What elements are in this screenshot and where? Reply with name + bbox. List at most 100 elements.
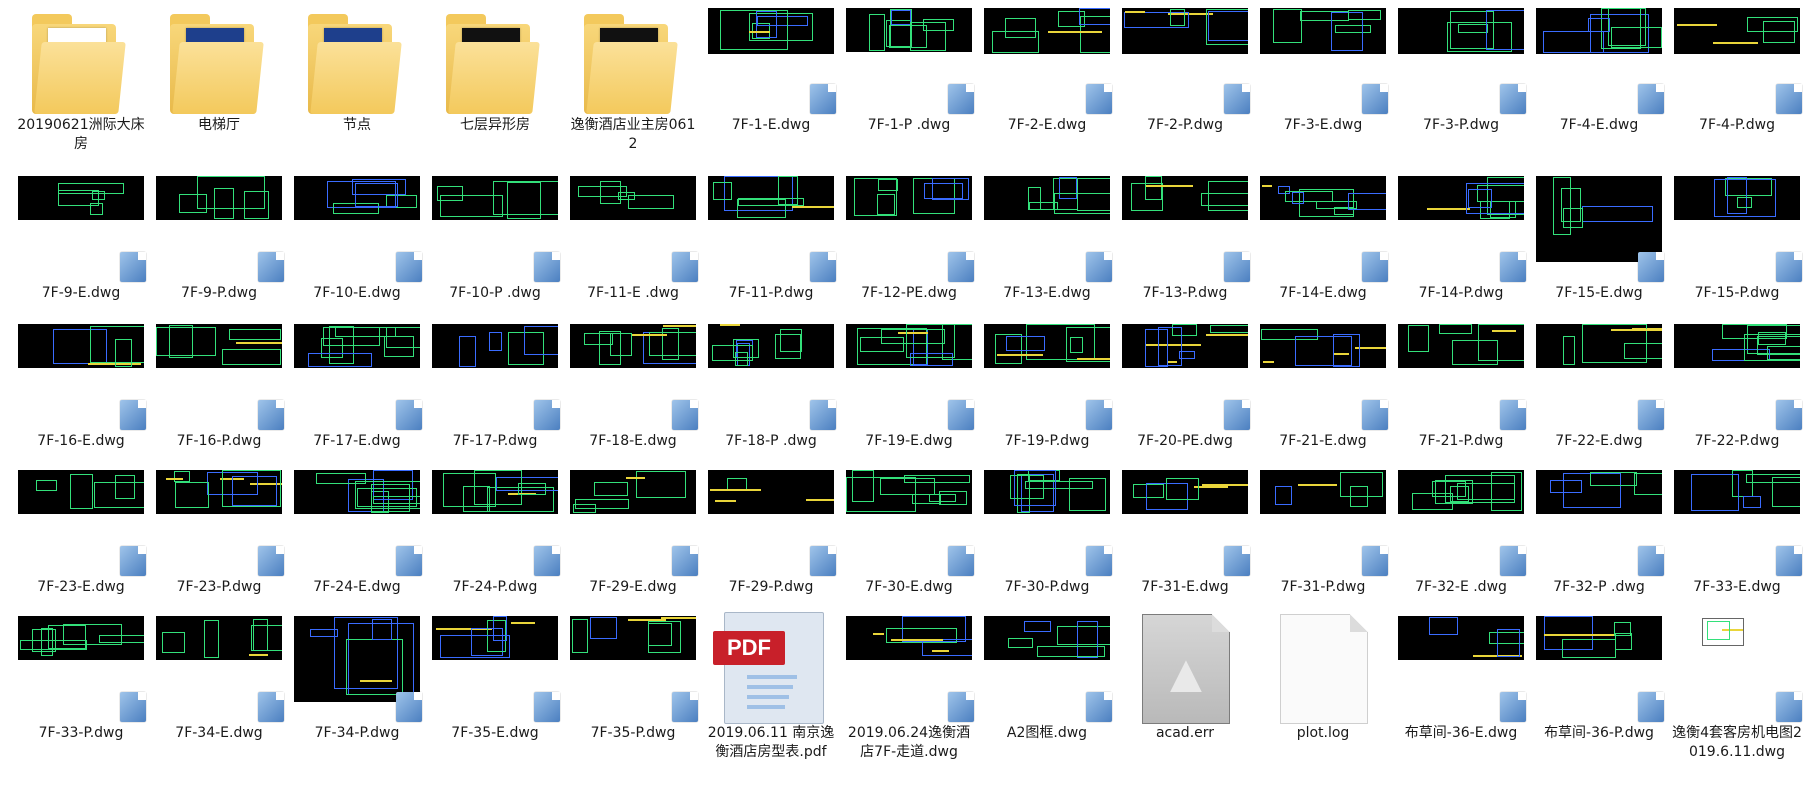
file-item[interactable]: 7F-21-P.dwg <box>1392 316 1530 462</box>
file-item[interactable]: 7F-15-E.dwg <box>1530 168 1668 316</box>
dwg-badge-icon <box>258 546 284 576</box>
file-item[interactable]: 7F-14-P.dwg <box>1392 168 1530 316</box>
file-item[interactable]: 7F-14-E.dwg <box>1254 168 1392 316</box>
file-item[interactable]: 7F-21-E.dwg <box>1254 316 1392 462</box>
file-item[interactable]: 7F-34-P.dwg <box>288 608 426 756</box>
file-item[interactable]: 7F-13-P.dwg <box>1116 168 1254 316</box>
dwg-badge-icon <box>1500 84 1526 114</box>
dwg-badge-icon <box>672 546 698 576</box>
file-item[interactable]: 7F-23-P.dwg <box>150 462 288 608</box>
file-item[interactable]: 7F-4-P.dwg <box>1668 0 1806 168</box>
dwg-thumbnail <box>432 176 558 220</box>
file-item[interactable]: 7F-18-E.dwg <box>564 316 702 462</box>
file-item[interactable]: A2图框.dwg <box>978 608 1116 756</box>
file-item[interactable]: 7F-22-E.dwg <box>1530 316 1668 462</box>
file-item[interactable]: 7F-12-PE.dwg <box>840 168 978 316</box>
file-item[interactable]: 7F-35-E.dwg <box>426 608 564 756</box>
file-item[interactable]: 7F-29-E.dwg <box>564 462 702 608</box>
file-item[interactable]: 7F-30-E.dwg <box>840 462 978 608</box>
file-item[interactable]: 7F-20-PE.dwg <box>1116 316 1254 462</box>
file-item[interactable]: 7F-3-E.dwg <box>1254 0 1392 168</box>
dwg-file-icon <box>1530 462 1668 578</box>
dwg-badge-icon <box>1776 546 1802 576</box>
dwg-file-icon <box>1254 168 1392 284</box>
file-name-label: 7F-22-P.dwg <box>1694 433 1780 449</box>
folder-icon <box>288 0 426 116</box>
file-item[interactable]: plot.log <box>1254 608 1392 756</box>
file-item[interactable]: 7F-13-E.dwg <box>978 168 1116 316</box>
file-item[interactable]: 7F-32-P .dwg <box>1530 462 1668 608</box>
file-item[interactable]: 7F-30-P.dwg <box>978 462 1116 608</box>
file-item[interactable]: 7F-10-P .dwg <box>426 168 564 316</box>
file-item[interactable]: 7F-35-P.dwg <box>564 608 702 756</box>
file-item[interactable]: PDF 2019.06.11 南京逸衡酒店房型表.pdf <box>702 608 840 760</box>
file-item[interactable]: 7F-19-P.dwg <box>978 316 1116 462</box>
file-name-label: 7F-10-P .dwg <box>449 285 541 301</box>
folder-item[interactable]: 20190621洲际大床房 <box>12 0 150 168</box>
dwg-file-icon <box>426 462 564 578</box>
dwg-file-icon <box>978 0 1116 116</box>
dwg-file-icon <box>288 316 426 432</box>
file-name-label: acad.err <box>1155 725 1215 741</box>
dwg-thumbnail <box>1674 324 1800 368</box>
file-item[interactable]: 逸衡4套客房机电图2019.6.11.dwg <box>1668 608 1806 760</box>
file-item[interactable]: 7F-23-E.dwg <box>12 462 150 608</box>
file-name-label: plot.log <box>1296 725 1350 741</box>
file-name-label: 7F-16-E.dwg <box>37 433 125 449</box>
folder-item[interactable]: 逸衡酒店业主房0612 <box>564 0 702 168</box>
file-item[interactable]: 7F-9-P.dwg <box>150 168 288 316</box>
autocad-icon: ▲ <box>1142 614 1230 724</box>
file-item[interactable]: 7F-24-E.dwg <box>288 462 426 608</box>
file-item[interactable]: 7F-1-E.dwg <box>702 0 840 168</box>
file-item[interactable]: 7F-34-E.dwg <box>150 608 288 756</box>
file-item[interactable]: 7F-10-E.dwg <box>288 168 426 316</box>
file-item[interactable]: 7F-24-P.dwg <box>426 462 564 608</box>
dwg-file-icon <box>702 462 840 578</box>
file-name-label: 7F-9-P.dwg <box>181 285 257 301</box>
dwg-file-icon <box>12 608 150 724</box>
file-item[interactable]: 布草间-36-P.dwg <box>1530 608 1668 756</box>
file-item[interactable]: 7F-33-E.dwg <box>1668 462 1806 608</box>
file-item[interactable]: 7F-15-P.dwg <box>1668 168 1806 316</box>
file-item[interactable]: 7F-2-E.dwg <box>978 0 1116 168</box>
file-item[interactable]: 2019.06.24逸衡酒店7F-走道.dwg <box>840 608 978 760</box>
file-item[interactable]: 7F-16-P.dwg <box>150 316 288 462</box>
file-item[interactable]: 7F-9-E.dwg <box>12 168 150 316</box>
file-name-label: 7F-22-E.dwg <box>1555 433 1643 449</box>
file-item[interactable]: ▲ acad.err <box>1116 608 1254 756</box>
file-item[interactable]: 布草间-36-E.dwg <box>1392 608 1530 756</box>
dwg-file-icon <box>288 168 426 284</box>
file-item[interactable]: 7F-19-E.dwg <box>840 316 978 462</box>
dwg-file-icon <box>1530 0 1668 116</box>
file-item[interactable]: 7F-17-P.dwg <box>426 316 564 462</box>
dwg-file-icon <box>1392 0 1530 116</box>
folder-item[interactable]: 七层异形房 <box>426 0 564 168</box>
dwg-file-icon <box>564 608 702 724</box>
file-name-label: 7F-32-E .dwg <box>1415 579 1507 595</box>
file-item[interactable]: 7F-33-P.dwg <box>12 608 150 756</box>
file-item[interactable]: 7F-32-E .dwg <box>1392 462 1530 608</box>
file-item[interactable]: 7F-2-P.dwg <box>1116 0 1254 168</box>
file-item[interactable]: 7F-11-E .dwg <box>564 168 702 316</box>
file-item[interactable]: 7F-11-P.dwg <box>702 168 840 316</box>
dwg-file-icon <box>564 316 702 432</box>
file-item[interactable]: 7F-18-P .dwg <box>702 316 840 462</box>
file-name-label: 7F-15-P.dwg <box>1694 285 1780 301</box>
file-item[interactable]: 7F-29-P.dwg <box>702 462 840 608</box>
file-item[interactable]: 7F-22-P.dwg <box>1668 316 1806 462</box>
file-item[interactable]: 7F-1-P .dwg <box>840 0 978 168</box>
file-item[interactable]: 7F-17-E.dwg <box>288 316 426 462</box>
file-item[interactable]: 7F-31-P.dwg <box>1254 462 1392 608</box>
dwg-file-icon <box>978 316 1116 432</box>
dwg-thumbnail <box>1398 470 1524 514</box>
dwg-thumbnail <box>1398 176 1524 220</box>
folder-item[interactable]: 节点 <box>288 0 426 168</box>
file-item[interactable]: 7F-3-P.dwg <box>1392 0 1530 168</box>
dwg-file-icon <box>1668 462 1806 578</box>
file-item[interactable]: 7F-31-E.dwg <box>1116 462 1254 608</box>
folder-item[interactable]: 电梯厅 <box>150 0 288 168</box>
dwg-file-icon <box>702 0 840 116</box>
file-item[interactable]: 7F-16-E.dwg <box>12 316 150 462</box>
dwg-thumbnail <box>1122 8 1248 54</box>
file-item[interactable]: 7F-4-E.dwg <box>1530 0 1668 168</box>
